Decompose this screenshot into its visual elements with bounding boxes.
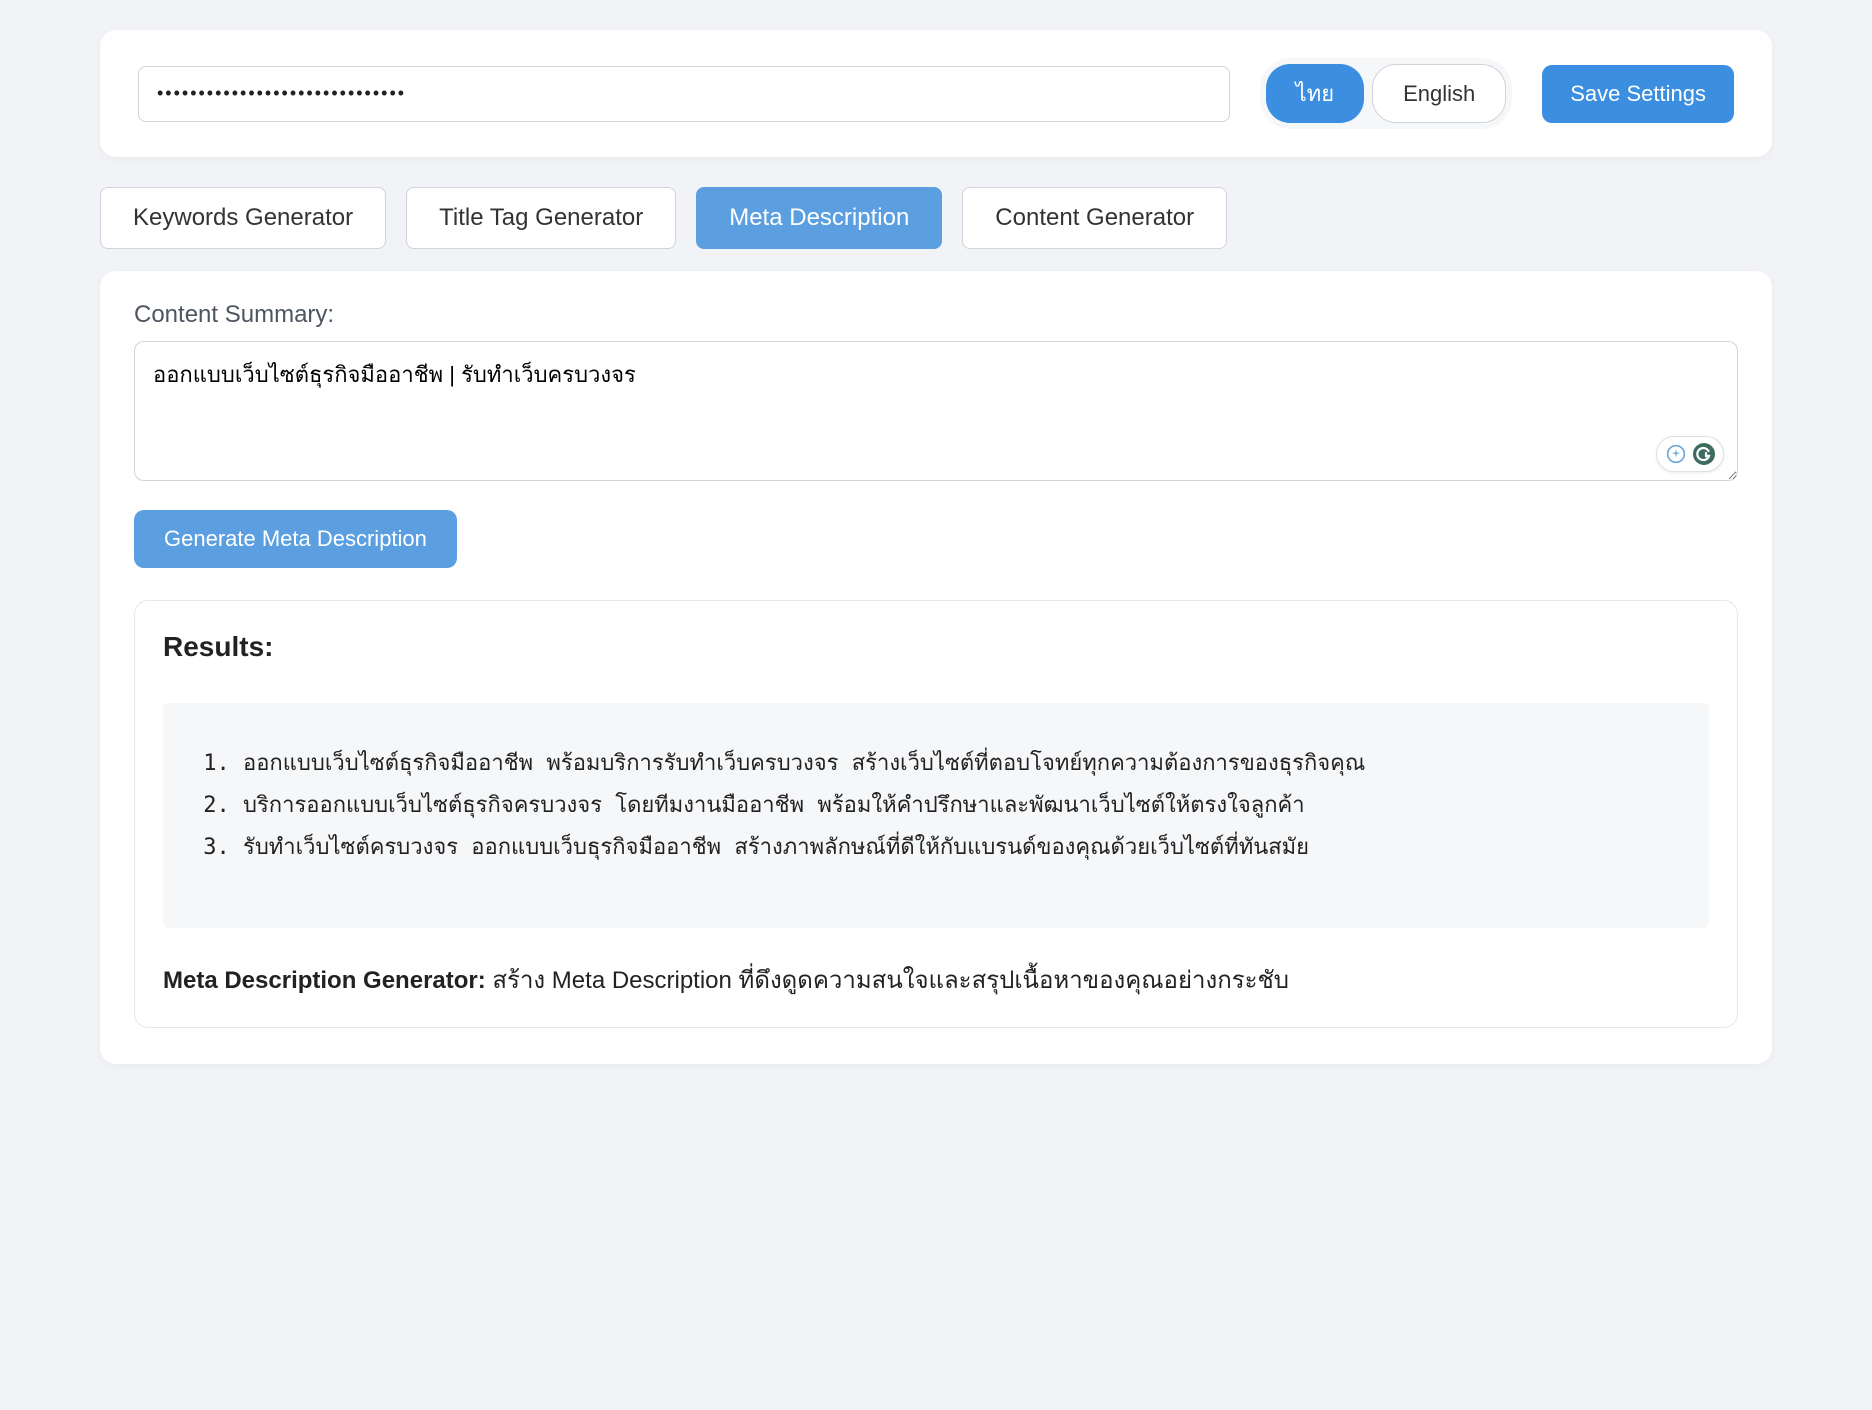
settings-bar: ไทย English Save Settings xyxy=(100,30,1772,157)
tab-meta-description[interactable]: Meta Description xyxy=(696,187,942,249)
meta-description-panel: Content Summary: Generate Meta Descripti… xyxy=(100,271,1772,1064)
tab-title-tag-generator[interactable]: Title Tag Generator xyxy=(406,187,676,249)
generator-description-text: สร้าง Meta Description ที่ดึงดูดความสนใจ… xyxy=(486,967,1289,994)
generator-description-title: Meta Description Generator: xyxy=(163,967,486,994)
results-heading: Results: xyxy=(163,631,1709,663)
lang-thai-button[interactable]: ไทย xyxy=(1266,64,1364,123)
ai-suggest-icon[interactable] xyxy=(1663,441,1689,467)
api-key-input[interactable] xyxy=(138,66,1230,122)
result-item: บริการออกแบบเว็บไซต์ธุรกิจครบวงจร โดยทีม… xyxy=(243,785,1669,827)
generate-meta-description-button[interactable]: Generate Meta Description xyxy=(134,510,457,568)
result-item: รับทำเว็บไซต์ครบวงจร ออกแบบเว็บธุรกิจมือ… xyxy=(243,827,1669,869)
language-toggle: ไทย English xyxy=(1260,58,1513,129)
tab-content-generator[interactable]: Content Generator xyxy=(962,187,1227,249)
result-item: ออกแบบเว็บไซต์ธุรกิจมืออาชีพ พร้อมบริการ… xyxy=(243,743,1669,785)
textarea-assist-widget[interactable] xyxy=(1656,436,1724,472)
content-summary-wrap xyxy=(134,341,1738,486)
tool-tabs: Keywords Generator Title Tag Generator M… xyxy=(100,187,1772,249)
content-summary-textarea[interactable] xyxy=(134,341,1738,481)
tab-keywords-generator[interactable]: Keywords Generator xyxy=(100,187,386,249)
generator-description: Meta Description Generator: สร้าง Meta D… xyxy=(163,960,1709,999)
results-card: Results: ออกแบบเว็บไซต์ธุรกิจมืออาชีพ พร… xyxy=(134,600,1738,1028)
content-summary-label: Content Summary: xyxy=(134,301,1738,329)
results-output-box: ออกแบบเว็บไซต์ธุรกิจมืออาชีพ พร้อมบริการ… xyxy=(163,703,1709,928)
save-settings-button[interactable]: Save Settings xyxy=(1542,65,1734,123)
grammarly-icon[interactable] xyxy=(1691,441,1717,467)
results-list: ออกแบบเว็บไซต์ธุรกิจมืออาชีพ พร้อมบริการ… xyxy=(203,743,1669,868)
lang-english-button[interactable]: English xyxy=(1372,64,1506,123)
